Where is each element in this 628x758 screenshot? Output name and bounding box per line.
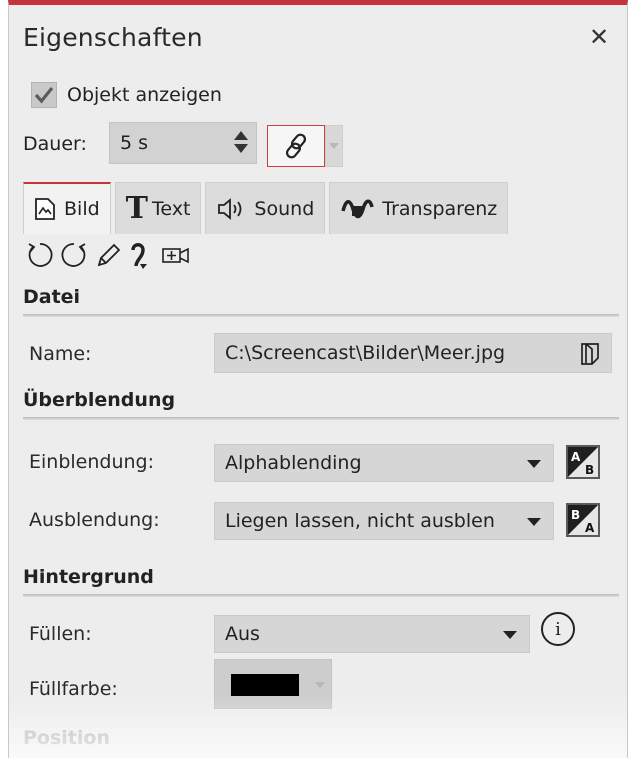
chevron-down-icon [527,460,541,468]
chevron-down-icon [329,143,339,149]
rotate-left-icon[interactable] [25,240,55,270]
tab-sound[interactable]: Sound [205,182,326,234]
tab-bar: Bild T Text Sound Transparenz [23,182,512,234]
show-object-checkbox[interactable] [31,82,57,108]
section-divider [23,314,619,317]
image-icon [34,197,56,221]
section-title-datei: Datei [23,286,81,308]
link-dropdown-button[interactable] [325,125,343,167]
color-swatch [231,674,299,696]
chevron-down-icon [315,682,325,688]
chevron-down-icon [527,518,541,526]
info-glyph: i [555,618,561,640]
fade-in-select[interactable]: Alphablending [214,444,554,482]
image-toolbar [25,238,195,272]
rotate-right-icon[interactable] [59,240,89,270]
name-label: Name: [29,343,92,365]
properties-panel: Eigenschaften ✕ Objekt anzeigen Dauer: 5… [8,0,628,758]
info-icon[interactable]: i [541,612,575,646]
file-name-value: C:\Screencast\Bilder\Meer.jpg [225,342,506,364]
duration-stepper[interactable] [234,131,248,153]
show-object-row[interactable]: Objekt anzeigen [31,82,222,108]
link-button[interactable] [267,125,325,167]
panel-title: Eigenschaften [23,23,203,52]
fade-out-label: Ausblendung: [29,509,160,531]
fill-color-label: Füllfarbe: [29,678,118,700]
fill-select[interactable]: Aus [214,615,530,653]
fill-color-picker[interactable] [214,659,332,709]
duration-value: 5 s [120,132,149,154]
tab-label: Transparenz [382,197,498,220]
fade-in-label: Einblendung: [29,451,155,473]
tab-label: Bild [64,198,100,220]
fill-value: Aus [225,623,260,645]
arrow-down-icon[interactable] [234,144,248,153]
chevron-down-icon [503,631,517,639]
checkmark-icon [34,86,54,104]
tab-transparenz[interactable]: Transparenz [329,182,509,234]
tab-text[interactable]: T Text [114,182,202,234]
svg-text:A: A [585,521,595,535]
link-chain-icon [285,133,307,159]
svg-text:A: A [571,450,581,464]
arrow-up-icon[interactable] [234,131,248,140]
tab-label: Text [151,197,191,220]
fade-out-preview-button[interactable]: B A [566,503,600,537]
svg-text:B: B [571,508,580,522]
transparency-icon [340,197,374,221]
open-file-icon[interactable] [579,341,601,372]
show-object-label: Objekt anzeigen [67,84,222,106]
file-name-field[interactable]: C:\Screencast\Bilder\Meer.jpg [214,333,612,373]
camera-add-icon[interactable] [161,240,191,270]
section-divider [23,594,619,597]
duration-spinbox[interactable]: 5 s [109,122,257,164]
fade-out-select[interactable]: Liegen lassen, nicht ausblen [214,502,554,540]
tab-bild[interactable]: Bild [23,182,111,234]
fade-in-value: Alphablending [225,452,362,474]
section-divider [23,417,619,420]
pencil-icon[interactable] [93,240,123,270]
fill-label: Füllen: [29,623,92,645]
section-title-ueberblendung: Überblendung [23,389,176,411]
section-title-hintergrund: Hintergrund [23,566,154,588]
duration-label: Dauer: [23,133,87,155]
tab-label: Sound [254,197,315,220]
fade-out-value: Liegen lassen, nicht ausblen [225,510,495,532]
section-title-position: Position [23,727,110,749]
fade-in-preview-button[interactable]: A B [566,445,600,479]
svg-text:B: B [585,463,594,477]
speaker-icon [216,197,246,221]
close-button[interactable]: ✕ [589,25,609,49]
fade-ab-icon: A B [568,447,598,477]
fade-ba-icon: B A [568,505,598,535]
curve-arrow-icon[interactable] [127,240,157,270]
text-T-icon: T [125,190,148,226]
